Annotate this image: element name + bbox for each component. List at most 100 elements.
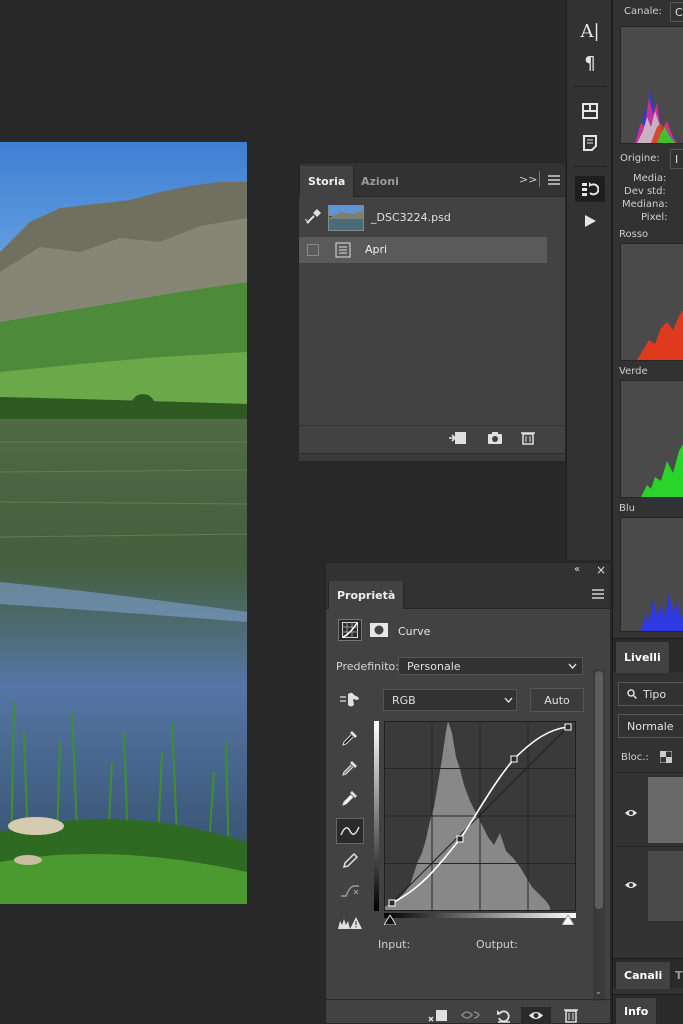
close-icon[interactable]: × xyxy=(596,563,606,577)
tab-info[interactable]: Info xyxy=(615,998,658,1024)
channel-select[interactable]: RGB xyxy=(383,689,517,711)
layer-thumbnail xyxy=(648,851,683,921)
eye-icon[interactable] xyxy=(624,808,638,818)
stat-mediana: Mediana: xyxy=(622,199,668,210)
collapse-panels-icon[interactable]: >> xyxy=(519,173,537,186)
history-step-apri[interactable]: Apri xyxy=(299,237,547,263)
scroll-down-arrow[interactable]: ⌄ xyxy=(595,987,602,996)
curves-graph[interactable] xyxy=(384,721,576,911)
panel-icon-strip: A| ¶ xyxy=(566,0,612,560)
history-source-checkbox[interactable] xyxy=(307,244,319,256)
smooth-curve-icon[interactable] xyxy=(336,878,364,904)
storia-tabbar: Storia Azioni >> xyxy=(299,163,565,197)
pencil-icon[interactable] xyxy=(336,848,364,874)
layer-thumbnail xyxy=(648,777,683,843)
stat-dev-std: Dev std: xyxy=(624,186,666,197)
layer-row[interactable] xyxy=(613,846,683,924)
predefinito-label: Predefinito: xyxy=(336,660,399,673)
trash-icon[interactable] xyxy=(521,431,535,445)
targeted-adjustment-hand-icon[interactable] xyxy=(340,691,362,709)
auto-button[interactable]: Auto xyxy=(530,688,584,712)
search-icon xyxy=(627,689,637,699)
tab-storia[interactable]: Storia xyxy=(299,166,355,197)
history-icon[interactable] xyxy=(575,176,605,202)
white-point-slider[interactable] xyxy=(562,915,574,925)
eye-icon[interactable] xyxy=(624,880,638,890)
canali-tabbar: Canali T xyxy=(613,958,683,989)
storia-footer-divider xyxy=(299,425,565,426)
character-icon[interactable]: A| xyxy=(575,18,605,44)
collapse-icon[interactable]: « xyxy=(574,564,580,575)
delete-adjustment-icon[interactable] xyxy=(561,1007,581,1023)
tab-azioni[interactable]: Azioni xyxy=(353,166,407,197)
layer-row[interactable] xyxy=(613,772,683,846)
right-panel-column: Canale: C Origine: I Media: Dev std: Med… xyxy=(612,0,683,1024)
clip-to-layer-icon[interactable] xyxy=(428,1007,448,1023)
channel-label-verde: Verde xyxy=(619,366,648,377)
tab-livelli[interactable]: Livelli xyxy=(615,642,670,673)
panel-menu-icon[interactable] xyxy=(548,175,560,185)
snapshot-name: _DSC3224.psd xyxy=(371,211,451,224)
storia-resize-handle[interactable] xyxy=(299,453,565,461)
proprieta-panel: « × Proprietà Curve Predefinito: Persona… xyxy=(325,562,611,1024)
paragraph-icon[interactable]: ¶ xyxy=(575,50,605,76)
eyedropper-black-icon[interactable] xyxy=(336,725,364,751)
glyphs-icon[interactable] xyxy=(575,98,605,124)
scrollbar-thumb[interactable] xyxy=(595,671,603,909)
tab-canali[interactable]: Canali xyxy=(615,962,672,989)
tab-divider xyxy=(539,171,540,187)
stat-media: Media: xyxy=(633,173,667,184)
predefinito-select[interactable]: Personale xyxy=(398,657,583,675)
notes-icon[interactable] xyxy=(575,130,605,156)
strip-divider xyxy=(573,86,607,87)
adjustment-type-label: Curve xyxy=(398,625,431,638)
output-label: Output: xyxy=(476,938,518,951)
chevron-down-icon xyxy=(568,663,577,669)
eyedropper-gray-icon[interactable] xyxy=(336,755,364,781)
storia-panel: Storia Azioni >> _DSC3224.psd Apri xyxy=(298,162,566,462)
info-tabbar: Info xyxy=(613,994,683,1024)
toggle-visibility-icon[interactable] xyxy=(521,1007,551,1024)
eyedropper-white-icon[interactable] xyxy=(336,785,364,811)
proprieta-titlebar[interactable]: « × xyxy=(326,563,610,579)
panel-menu-icon[interactable] xyxy=(592,589,604,599)
history-brush-icon[interactable] xyxy=(305,209,321,225)
black-point-slider[interactable] xyxy=(384,915,396,925)
document-photo[interactable] xyxy=(0,142,247,904)
input-label: Input: xyxy=(378,938,411,951)
history-step-label: Apri xyxy=(365,243,388,256)
proprieta-tabbar: Proprietà xyxy=(326,579,610,609)
curves-adjustment-icon[interactable] xyxy=(338,619,362,641)
tab-proprieta[interactable]: Proprietà xyxy=(328,581,405,609)
proprieta-footer-divider xyxy=(326,999,610,1000)
curve-points-tool-icon[interactable] xyxy=(336,818,364,844)
tab-second[interactable]: T xyxy=(671,962,683,989)
proprieta-scrollbar[interactable]: ⌄ xyxy=(593,669,605,1001)
canale-select[interactable]: C xyxy=(670,2,683,22)
new-document-from-state-icon[interactable] xyxy=(449,431,467,445)
canale-label: Canale: xyxy=(624,6,662,17)
channel-label-blu: Blu xyxy=(619,503,635,514)
input-gradient-bar xyxy=(384,913,576,918)
origine-select[interactable]: I xyxy=(670,149,683,169)
snapshot-thumbnail xyxy=(328,205,364,231)
chevron-down-icon xyxy=(504,697,513,703)
lock-label: Bloc.: xyxy=(621,752,649,763)
mask-icon[interactable] xyxy=(370,623,388,637)
histogram-rosso xyxy=(620,243,683,361)
clipping-warning-icon[interactable] xyxy=(336,910,364,936)
output-gradient-bar xyxy=(374,721,379,911)
reset-icon[interactable] xyxy=(494,1007,514,1023)
lock-transparency-icon[interactable] xyxy=(660,751,672,763)
blend-mode-select[interactable]: Normale xyxy=(618,714,683,738)
stat-pixel: Pixel: xyxy=(641,212,668,223)
livelli-tabbar: Livelli xyxy=(613,638,683,673)
histogram-verde xyxy=(620,380,683,498)
actions-play-icon[interactable] xyxy=(575,208,605,234)
view-previous-state-icon[interactable] xyxy=(461,1007,481,1023)
camera-icon[interactable] xyxy=(487,431,503,445)
strip-divider xyxy=(573,166,607,167)
history-snapshot-row[interactable]: _DSC3224.psd xyxy=(299,201,565,235)
channel-label-rosso: Rosso xyxy=(619,229,649,240)
layer-filter-select[interactable]: Tipo xyxy=(618,682,683,706)
